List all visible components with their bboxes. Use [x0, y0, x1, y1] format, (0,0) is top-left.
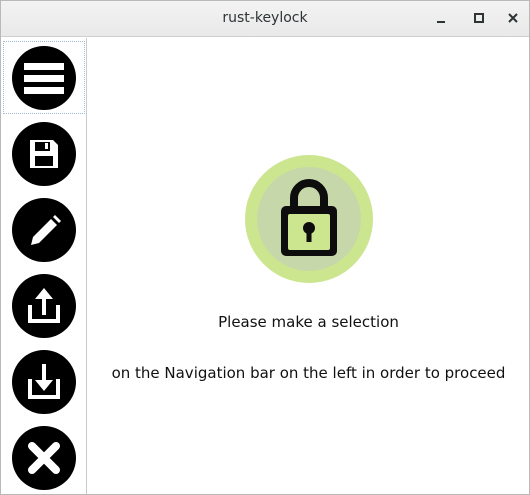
app-window: rust-keylock Please make a selection on … — [0, 0, 530, 495]
nav-export-button[interactable] — [2, 268, 86, 343]
menu-icon — [12, 45, 76, 110]
main-panel: Please make a selection on the Navigatio… — [88, 38, 529, 494]
nav-edit-button[interactable] — [2, 192, 86, 267]
nav-import-button[interactable] — [2, 344, 86, 419]
close-window-button[interactable] — [504, 9, 522, 27]
lock-icon — [245, 155, 373, 283]
close-icon — [508, 13, 518, 23]
exit-icon — [12, 425, 76, 490]
export-icon — [12, 273, 76, 338]
nav-save-button[interactable] — [2, 116, 86, 191]
maximize-button[interactable] — [470, 9, 488, 27]
import-icon — [12, 349, 76, 414]
nav-exit-button[interactable] — [2, 420, 86, 495]
minimize-button[interactable] — [432, 9, 450, 27]
navigation-hint: on the Navigation bar on the left in ord… — [111, 364, 506, 382]
maximize-icon — [474, 13, 484, 23]
navigation-bar — [2, 38, 87, 494]
edit-icon — [12, 197, 76, 262]
save-icon — [12, 121, 76, 186]
title-bar[interactable]: rust-keylock — [1, 1, 529, 37]
minimize-icon — [437, 21, 445, 23]
selection-prompt: Please make a selection — [218, 313, 399, 331]
nav-menu-button[interactable] — [2, 40, 86, 115]
